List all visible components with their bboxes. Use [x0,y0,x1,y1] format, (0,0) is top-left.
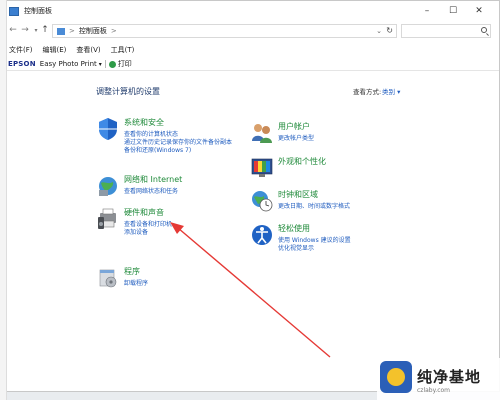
annotation-arrow [170,222,331,358]
watermark-subtext: czlaby.com [417,387,451,394]
watermark-logo [380,361,412,393]
watermark: 纯净基地 czlaby.com [377,358,500,400]
watermark-text: 纯净基地 [417,368,482,386]
